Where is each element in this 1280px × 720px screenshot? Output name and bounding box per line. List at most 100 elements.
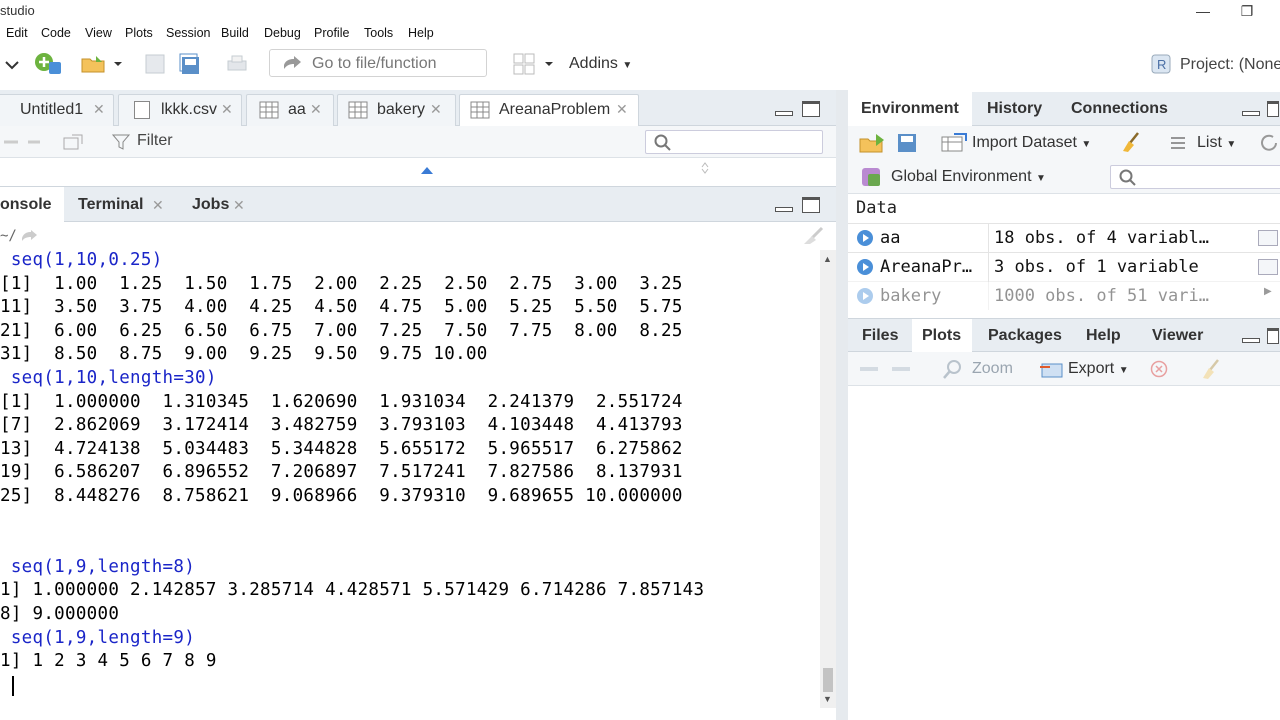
zoom-button[interactable]: Zoom — [972, 360, 1013, 378]
tab-console[interactable]: onsole — [0, 187, 64, 222]
export-dropdown[interactable]: Export ▼ — [1068, 360, 1129, 378]
maximize-pane-icon[interactable] — [1267, 328, 1279, 344]
expand-play-icon[interactable] — [857, 230, 873, 246]
save-workspace-icon[interactable] — [896, 133, 918, 153]
environment-search-input[interactable] — [1110, 165, 1280, 189]
tab-packages[interactable]: Packages — [974, 319, 1070, 353]
minimize-pane-icon[interactable] — [1242, 338, 1260, 343]
environment-row[interactable]: AreanaPr… 3 obs. of 1 variable — [848, 252, 1280, 282]
nav-arrows-icon[interactable] — [2, 134, 42, 150]
tab-viewer[interactable]: Viewer — [1138, 319, 1218, 353]
project-menu[interactable]: Project: (None — [1180, 56, 1280, 74]
tab-bakery[interactable]: bakery ✕ — [337, 94, 456, 126]
environment-row[interactable]: bakery 1000 obs. of 51 vari… ▶ — [848, 281, 1280, 310]
tab-jobs[interactable]: Jobs ✕ — [178, 187, 258, 222]
chevron-down-icon: ▼ — [1035, 173, 1046, 184]
tab-label: Terminal — [78, 196, 144, 213]
menu-debug[interactable]: Debug — [264, 26, 301, 40]
go-to-file-input[interactable]: Go to file/function — [269, 49, 487, 77]
plot-nav-arrows-icon[interactable] — [858, 362, 912, 376]
filter-button[interactable]: Filter — [137, 132, 173, 150]
environment-scope-dropdown[interactable]: Global Environment ▼ — [891, 168, 1046, 186]
menu-plots[interactable]: Plots — [125, 26, 153, 40]
tab-files[interactable]: Files — [848, 319, 910, 353]
tab-label: Viewer — [1152, 327, 1204, 344]
tab-label: AreanaProblem — [499, 101, 611, 118]
clear-console-icon[interactable] — [800, 226, 826, 246]
minimize-pane-icon[interactable] — [775, 111, 793, 116]
column-resize-icon[interactable] — [700, 162, 710, 174]
restore-window-button[interactable]: ❐ — [1224, 0, 1270, 22]
maximize-pane-icon[interactable] — [802, 101, 820, 117]
open-folder-icon[interactable] — [80, 52, 124, 76]
close-icon[interactable]: ✕ — [430, 101, 442, 118]
close-icon[interactable]: ✕ — [221, 101, 233, 118]
menu-edit[interactable]: Edit — [6, 26, 28, 40]
tab-history[interactable]: History — [974, 92, 1054, 126]
tab-connections[interactable]: Connections — [1056, 92, 1178, 126]
expand-play-icon[interactable] — [857, 288, 873, 304]
environment-row[interactable]: aa 18 obs. of 4 variabl… — [848, 223, 1280, 253]
remove-plot-icon[interactable] — [1150, 360, 1168, 378]
import-dataset-button[interactable]: Import Dataset ▼ — [972, 134, 1091, 152]
console-scrollbar[interactable]: ▲ ▼ — [820, 250, 836, 708]
close-icon[interactable]: ✕ — [93, 101, 105, 118]
close-icon[interactable]: ✕ — [616, 101, 628, 118]
chevron-down-icon[interactable] — [0, 52, 24, 76]
menu-bar: Edit Code View Plots Session Build Debug… — [0, 22, 1280, 44]
menu-session[interactable]: Session — [166, 26, 210, 40]
go-to-directory-icon[interactable] — [20, 229, 40, 243]
menu-profile[interactable]: Profile — [314, 26, 349, 40]
list-label: List — [1197, 134, 1222, 151]
menu-code[interactable]: Code — [41, 26, 71, 40]
tab-untitled1[interactable]: Untitled1 ✕ — [0, 94, 114, 126]
maximize-pane-icon[interactable] — [1267, 101, 1279, 117]
tab-areanaproblem[interactable]: AreanaProblem ✕ — [459, 94, 639, 126]
chevron-right-icon[interactable]: ▶ — [1264, 286, 1272, 297]
tab-lkkk-csv[interactable]: lkkk.csv ✕ — [118, 94, 242, 126]
menu-tools[interactable]: Tools — [364, 26, 393, 40]
view-table-icon[interactable] — [1258, 259, 1278, 275]
print-icon[interactable] — [225, 52, 249, 76]
expand-play-icon[interactable] — [857, 259, 873, 275]
tab-help[interactable]: Help — [1072, 319, 1136, 353]
close-icon[interactable]: ✕ — [152, 197, 164, 214]
scroll-down-icon[interactable]: ▼ — [823, 694, 832, 704]
pane-splitter[interactable] — [836, 90, 848, 720]
variable-summary: 18 obs. of 4 variabl… — [994, 228, 1209, 248]
new-project-icon[interactable] — [33, 52, 63, 76]
tab-aa[interactable]: aa ✕ — [246, 94, 334, 126]
scroll-up-icon[interactable]: ▲ — [823, 254, 832, 264]
minimize-pane-icon[interactable] — [775, 207, 793, 212]
r-environment-icon — [862, 168, 880, 186]
maximize-pane-icon[interactable] — [802, 197, 820, 213]
data-viewer-header-strip — [0, 158, 836, 174]
tab-plots[interactable]: Plots — [912, 319, 972, 353]
tab-environment[interactable]: Environment — [848, 92, 972, 126]
source-search-input[interactable] — [645, 130, 823, 154]
filter-icon — [112, 134, 130, 150]
menu-help[interactable]: Help — [408, 26, 434, 40]
menu-build[interactable]: Build — [221, 26, 249, 40]
sort-arrow-icon[interactable] — [420, 166, 434, 174]
minimize-pane-icon[interactable] — [1242, 111, 1260, 116]
scrollbar-thumb[interactable] — [823, 668, 833, 692]
svg-text:R: R — [1157, 57, 1166, 72]
menu-view[interactable]: View — [85, 26, 112, 40]
clear-workspace-broom-icon[interactable] — [1120, 131, 1142, 153]
pane-layout-icon[interactable] — [513, 52, 557, 76]
popout-icon[interactable] — [62, 133, 84, 151]
close-icon[interactable]: ✕ — [310, 101, 322, 118]
clear-plots-broom-icon[interactable] — [1200, 358, 1222, 380]
tab-terminal[interactable]: Terminal ✕ — [66, 187, 176, 222]
minimize-window-button[interactable]: — — [1180, 0, 1226, 22]
save-icon[interactable] — [143, 52, 167, 76]
view-mode-dropdown[interactable]: List ▼ — [1197, 134, 1236, 152]
refresh-icon[interactable] — [1258, 132, 1280, 154]
load-workspace-icon[interactable] — [858, 132, 888, 154]
console-output[interactable]: seq(1,10,0.25) [1] 1.00 1.25 1.50 1.75 2.… — [0, 250, 820, 708]
addins-menu[interactable]: Addins ▼ — [569, 55, 632, 73]
save-all-icon[interactable] — [178, 52, 202, 76]
view-table-icon[interactable] — [1258, 230, 1278, 246]
close-icon[interactable]: ✕ — [233, 197, 245, 214]
